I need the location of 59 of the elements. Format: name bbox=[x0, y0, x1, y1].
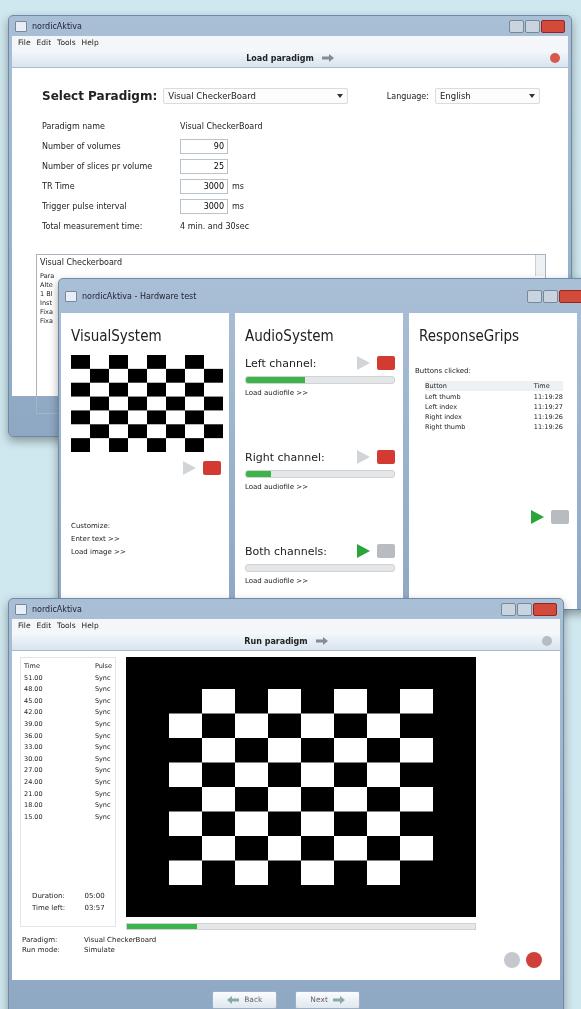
close-button[interactable] bbox=[559, 289, 581, 303]
minimize-button[interactable] bbox=[509, 19, 524, 33]
close-button[interactable] bbox=[541, 19, 565, 33]
check-button[interactable] bbox=[504, 952, 520, 968]
status-icon bbox=[542, 636, 552, 646]
play-button[interactable] bbox=[355, 355, 371, 371]
panel-heading: ResponseGrips bbox=[419, 327, 521, 345]
paradigm-dropdown[interactable]: Visual CheckerBoard bbox=[163, 88, 349, 104]
select-label: Select Paradigm: bbox=[42, 89, 158, 103]
input-field[interactable]: 25 bbox=[180, 158, 228, 174]
field-label: Total measurement time: bbox=[42, 221, 144, 231]
maximize-button[interactable] bbox=[517, 602, 532, 616]
arrow-right-icon bbox=[332, 995, 345, 1004]
step-label: Run paradigm bbox=[244, 636, 308, 646]
minimize-button[interactable] bbox=[501, 602, 516, 616]
play-button[interactable] bbox=[355, 449, 371, 465]
close-button[interactable] bbox=[533, 602, 557, 616]
field-label: Number of volumes bbox=[42, 141, 122, 151]
app-icon bbox=[15, 603, 27, 615]
field-value: 4 min. and 30sec bbox=[180, 221, 250, 231]
arrow-left-icon bbox=[227, 995, 240, 1004]
language-label: Language: bbox=[386, 91, 429, 101]
channel-label: Left channel: bbox=[245, 356, 318, 370]
maximize-button[interactable] bbox=[543, 289, 558, 303]
panel-heading: AudioSystem bbox=[245, 327, 335, 345]
input-field[interactable]: 3000 bbox=[180, 198, 228, 214]
channel-label: Right channel: bbox=[245, 450, 326, 464]
field-label: Number of slices pr volume bbox=[42, 161, 154, 171]
channel-label: Both channels: bbox=[245, 544, 329, 558]
field-label: TR Time bbox=[42, 181, 76, 191]
unit-label: ms bbox=[232, 201, 244, 211]
input-field[interactable]: 3000 bbox=[180, 178, 228, 194]
stop-button[interactable] bbox=[377, 450, 395, 464]
play-button[interactable] bbox=[181, 460, 197, 476]
arrow-icon bbox=[321, 54, 334, 62]
app-icon bbox=[15, 20, 27, 32]
step-label: Load paradigm bbox=[246, 53, 314, 63]
panel-heading: VisualSystem bbox=[71, 327, 163, 345]
play-button[interactable] bbox=[355, 543, 371, 559]
window-title: nordicAktiva bbox=[32, 604, 82, 614]
scrollbar[interactable] bbox=[535, 255, 545, 276]
minimize-button[interactable] bbox=[527, 289, 542, 303]
description-title: Visual Checkerboard bbox=[40, 258, 124, 267]
app-icon bbox=[65, 290, 77, 302]
field-label: Paradigm name bbox=[42, 121, 106, 131]
field-label: Trigger pulse interval bbox=[42, 201, 128, 211]
input-field[interactable]: 90 bbox=[180, 138, 228, 154]
window-title: nordicAktiva - Hardware test bbox=[82, 291, 197, 301]
arrow-icon bbox=[315, 637, 328, 645]
unit-label: ms bbox=[232, 181, 244, 191]
cancel-button[interactable] bbox=[526, 952, 542, 968]
field-value: Visual CheckerBoard bbox=[180, 121, 263, 131]
stop-button[interactable] bbox=[203, 461, 221, 475]
stop-icon[interactable] bbox=[550, 53, 560, 63]
maximize-button[interactable] bbox=[525, 19, 540, 33]
stop-button[interactable] bbox=[377, 356, 395, 370]
language-dropdown[interactable]: English bbox=[435, 88, 540, 104]
window-title: nordicAktiva bbox=[32, 21, 82, 31]
play-button[interactable] bbox=[529, 509, 545, 525]
